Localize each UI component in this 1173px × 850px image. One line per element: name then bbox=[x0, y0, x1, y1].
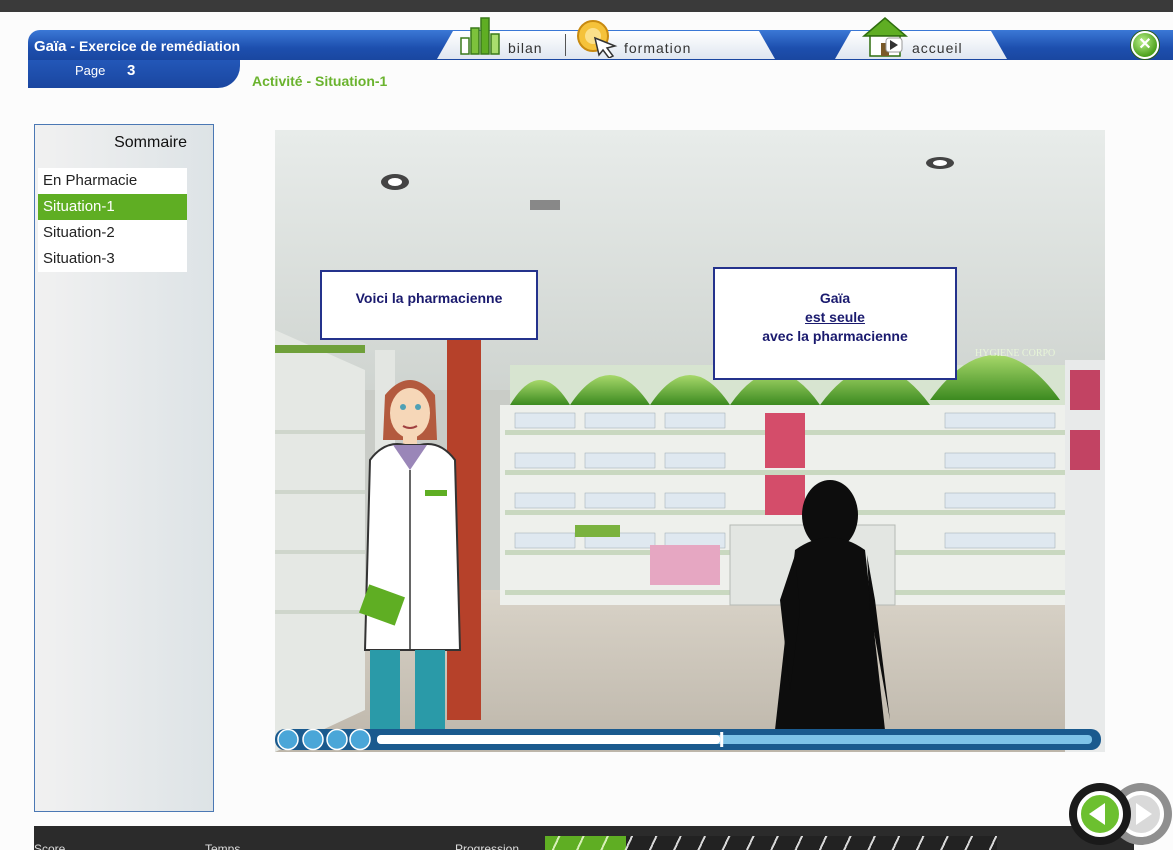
tab-bilan[interactable]: bilan bbox=[508, 40, 543, 56]
progress-label: Progression bbox=[455, 842, 520, 850]
app-subtitle: - Exercice de remédiation bbox=[66, 38, 241, 54]
time-label: Temps bbox=[205, 842, 241, 850]
stop-icon[interactable] bbox=[302, 730, 322, 750]
pharmacy-illustration: HYGIENE CORPO bbox=[275, 130, 1105, 752]
page-number: 3 bbox=[127, 62, 136, 79]
bubble-text: Voici la pharmacienne bbox=[355, 290, 503, 306]
home-icon[interactable] bbox=[860, 16, 910, 58]
chart-icon[interactable] bbox=[457, 16, 501, 56]
app-name: Gaïa bbox=[34, 38, 67, 55]
page-label: Page bbox=[75, 63, 106, 78]
progress-fill bbox=[545, 836, 627, 850]
sidebar-list: En Pharmacie Situation-1 Situation-2 Sit… bbox=[38, 168, 187, 272]
activity-title: Activité - Situation-1 bbox=[252, 73, 388, 89]
close-button[interactable]: ✕ bbox=[1131, 31, 1159, 59]
previous-button[interactable] bbox=[1069, 783, 1131, 845]
previous-icon bbox=[1077, 791, 1123, 837]
sidebar-item-situation-2[interactable]: Situation-2 bbox=[38, 220, 187, 246]
close-icon: ✕ bbox=[1138, 36, 1152, 53]
pharmacy-scene: HYGIENE CORPO bbox=[275, 130, 1105, 752]
progress-bar bbox=[545, 836, 997, 850]
tab-formation[interactable]: formation bbox=[624, 40, 691, 56]
sidebar-item-en-pharmacie[interactable]: En Pharmacie bbox=[38, 168, 187, 194]
speech-bubble-pharmacist: Voici la pharmacienne bbox=[320, 270, 538, 340]
bubble-link-est-seule[interactable]: est seule bbox=[805, 309, 865, 325]
cursor-icon[interactable] bbox=[575, 18, 621, 58]
top-strip bbox=[0, 0, 1173, 12]
sidebar-title: Sommaire bbox=[114, 134, 187, 151]
store-sign: HYGIENE CORPO bbox=[975, 348, 1055, 359]
bubble-line: avec la pharmacienne bbox=[762, 328, 908, 344]
tab-accueil[interactable]: accueil bbox=[912, 40, 963, 56]
pause-icon[interactable] bbox=[277, 730, 297, 750]
rewind-icon[interactable] bbox=[326, 730, 346, 750]
player-seek-bar[interactable] bbox=[377, 733, 1092, 747]
app-window: Gaïa - Exercice de remédiation Page 3 Ac… bbox=[0, 0, 1173, 850]
app-title: Gaïa - Exercice de remédiation bbox=[34, 38, 240, 55]
score-label: Score bbox=[34, 842, 66, 850]
speech-bubble-gaia: Gaïa est seule avec la pharmacienne bbox=[713, 267, 957, 380]
sidebar-item-situation-1[interactable]: Situation-1 bbox=[38, 194, 187, 220]
sidebar-item-situation-3[interactable]: Situation-3 bbox=[38, 246, 187, 272]
bubble-line: Gaïa bbox=[819, 290, 851, 306]
forward-icon[interactable] bbox=[349, 730, 369, 750]
tab-separator bbox=[565, 34, 566, 56]
